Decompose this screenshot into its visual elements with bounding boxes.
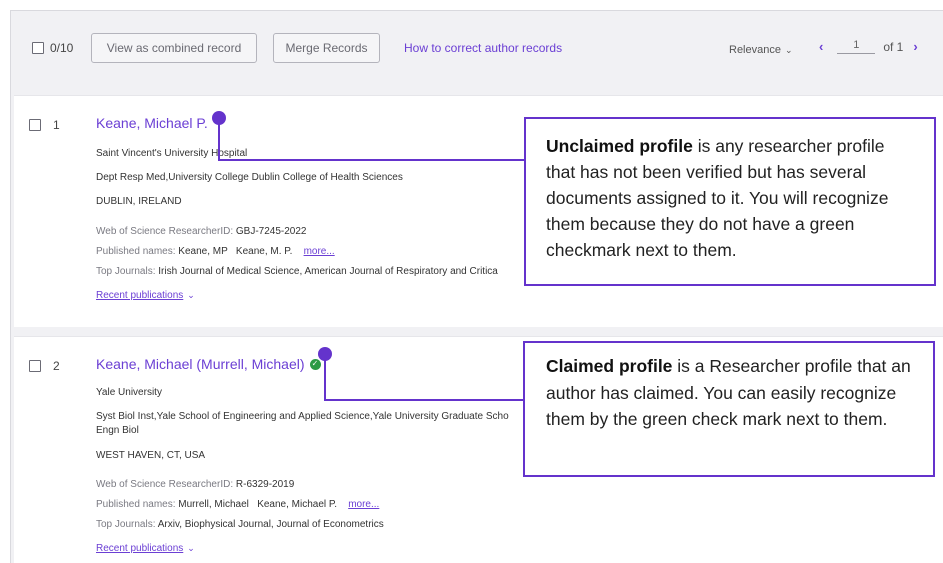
sort-dropdown[interactable]: Relevance ⌄ — [729, 44, 793, 56]
callout-connector — [324, 354, 326, 401]
published-names: Published names: Murrell, Michael Keane,… — [96, 499, 379, 510]
recent-publications-link[interactable]: Recent publications — [96, 543, 183, 554]
author-name[interactable]: Keane, Michael (Murrell, Michael) — [96, 356, 305, 372]
record-select[interactable]: 2 — [29, 359, 60, 373]
top-journals-value: Irish Journal of Medical Science, Americ… — [158, 266, 498, 277]
correct-author-records-link[interactable]: How to correct author records — [404, 41, 562, 55]
record-checkbox[interactable] — [29, 119, 41, 131]
record-index: 1 — [53, 118, 60, 132]
results-toolbar: 0/10 View as combined record Merge Recor… — [11, 11, 943, 86]
view-combined-record-button[interactable]: View as combined record — [91, 33, 257, 63]
chevron-down-icon: ⌄ — [187, 290, 195, 300]
author-name-link[interactable]: Keane, Michael P. — [96, 115, 208, 131]
recent-publications-link[interactable]: Recent publications — [96, 290, 183, 301]
top-journals: Top Journals: Irish Journal of Medical S… — [96, 266, 498, 277]
results-page: 0/10 View as combined record Merge Recor… — [10, 10, 943, 563]
chevron-down-icon: ⌄ — [187, 543, 195, 553]
researcher-id-value: GBJ-7245-2022 — [235, 226, 307, 237]
page-number-input[interactable]: 1 — [837, 39, 876, 54]
researcher-id-label: Web of Science ResearcherID: — [96, 479, 234, 490]
institution: Yale University — [96, 387, 162, 398]
claimed-profile-callout: Claimed profile is a Researcher profile … — [523, 341, 935, 477]
record-index: 2 — [53, 359, 60, 373]
institution: Saint Vincent's University Hospital — [96, 148, 248, 159]
record-select[interactable]: 1 — [29, 118, 60, 132]
page-total: of 1 — [883, 39, 904, 54]
top-journals-label: Top Journals: — [96, 519, 156, 530]
callout-connector — [218, 118, 220, 161]
more-names-link[interactable]: more... — [348, 499, 379, 510]
callout-title: Claimed profile — [546, 356, 673, 376]
callout-connector — [324, 399, 525, 401]
researcher-id: Web of Science ResearcherID: GBJ-7245-20… — [96, 226, 307, 237]
chevron-right-icon[interactable]: › — [913, 39, 917, 54]
author-name[interactable]: Keane, Michael P. — [96, 115, 208, 131]
recent-publications-toggle[interactable]: Recent publications ⌄ — [96, 543, 195, 554]
published-names-label: Published names: — [96, 246, 176, 257]
location: WEST HAVEN, CT, USA — [96, 450, 206, 461]
top-journals-value: Arxiv, Biophysical Journal, Journal of E… — [157, 519, 384, 530]
pagination: ‹ 1 of 1 › — [819, 39, 918, 54]
select-all-checkbox[interactable] — [32, 42, 44, 54]
published-names-label: Published names: — [96, 499, 176, 510]
published-names-value: Murrell, Michael Keane, Michael P. — [178, 499, 338, 510]
merge-records-button[interactable]: Merge Records — [273, 33, 380, 63]
author-name-link[interactable]: Keane, Michael (Murrell, Michael) ✓ — [96, 356, 321, 372]
record-checkbox[interactable] — [29, 360, 41, 372]
published-names-value: Keane, MP Keane, M. P. — [178, 246, 293, 257]
more-names-link[interactable]: more... — [304, 246, 335, 257]
department: Syst Biol Inst,Yale School of Engineerin… — [96, 411, 509, 422]
top-journals-label: Top Journals: — [96, 266, 156, 277]
top-journals: Top Journals: Arxiv, Biophysical Journal… — [96, 519, 384, 530]
select-all[interactable]: 0/10 — [32, 41, 73, 55]
recent-publications-toggle[interactable]: Recent publications ⌄ — [96, 290, 195, 301]
selected-count: 0/10 — [50, 41, 74, 55]
department: Dept Resp Med,University College Dublin … — [96, 172, 403, 183]
unclaimed-profile-callout: Unclaimed profile is any researcher prof… — [524, 117, 936, 286]
callout-title: Unclaimed profile — [546, 136, 693, 156]
researcher-id-value: R-6329-2019 — [235, 479, 295, 490]
chevron-left-icon[interactable]: ‹ — [819, 39, 823, 54]
researcher-id: Web of Science ResearcherID: R-6329-2019 — [96, 479, 294, 490]
chevron-down-icon: ⌄ — [784, 44, 793, 55]
department-continued: Engn Biol — [96, 425, 139, 436]
verified-check-icon: ✓ — [309, 358, 321, 370]
researcher-id-label: Web of Science ResearcherID: — [96, 226, 234, 237]
location: DUBLIN, IRELAND — [96, 196, 182, 207]
sort-label: Relevance — [729, 44, 781, 56]
published-names: Published names: Keane, MP Keane, M. P. … — [96, 246, 335, 257]
callout-connector — [218, 159, 526, 161]
